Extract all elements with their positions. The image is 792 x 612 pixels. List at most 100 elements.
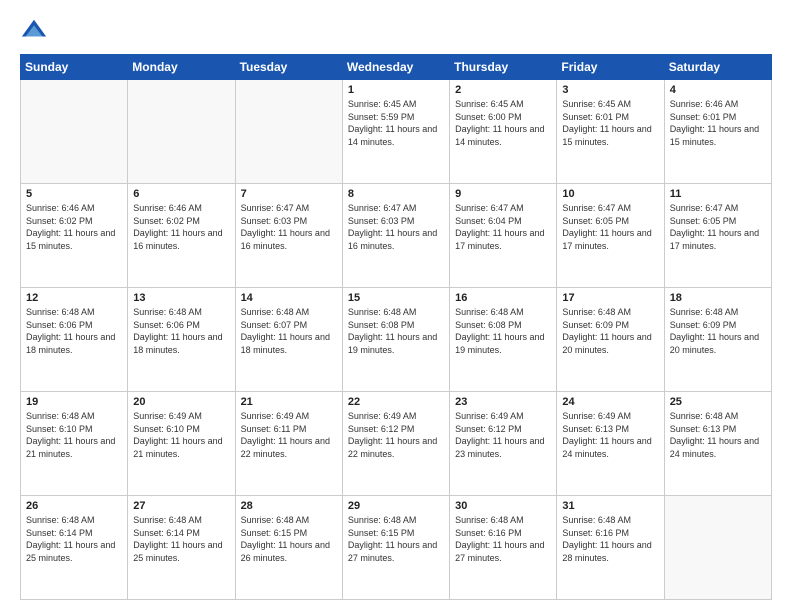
day-cell: 9 Sunrise: 6:47 AMSunset: 6:04 PMDaylight… xyxy=(450,184,557,288)
calendar-table: SundayMondayTuesdayWednesdayThursdayFrid… xyxy=(20,54,772,600)
weekday-row: SundayMondayTuesdayWednesdayThursdayFrid… xyxy=(21,55,772,80)
day-number: 7 xyxy=(241,188,337,200)
day-cell: 10 Sunrise: 6:47 AMSunset: 6:05 PMDayligh… xyxy=(557,184,664,288)
day-cell xyxy=(128,80,235,184)
day-number: 23 xyxy=(455,396,551,408)
day-cell: 4 Sunrise: 6:46 AMSunset: 6:01 PMDaylight… xyxy=(664,80,771,184)
day-cell: 15 Sunrise: 6:48 AMSunset: 6:08 PMDayligh… xyxy=(342,288,449,392)
day-cell: 26Sunrise: 6:48 AMSunset: 6:14 PMDayligh… xyxy=(21,496,128,600)
day-info: Sunrise: 6:48 AMSunset: 6:15 PMDaylight:… xyxy=(348,514,444,564)
weekday-header-saturday: Saturday xyxy=(664,55,771,80)
logo-icon xyxy=(20,16,48,44)
week-row-1: 1 Sunrise: 6:45 AMSunset: 5:59 PMDaylight… xyxy=(21,80,772,184)
day-cell: 5Sunrise: 6:46 AMSunset: 6:02 PMDaylight… xyxy=(21,184,128,288)
day-cell: 23Sunrise: 6:49 AMSunset: 6:12 PMDayligh… xyxy=(450,392,557,496)
day-info: Sunrise: 6:45 AMSunset: 6:01 PMDaylight:… xyxy=(562,98,658,148)
page: SundayMondayTuesdayWednesdayThursdayFrid… xyxy=(0,0,792,612)
day-info: Sunrise: 6:48 AMSunset: 6:10 PMDaylight:… xyxy=(26,410,122,460)
day-cell: 1 Sunrise: 6:45 AMSunset: 5:59 PMDaylight… xyxy=(342,80,449,184)
day-cell: 19 Sunrise: 6:48 AMSunset: 6:10 PMDayligh… xyxy=(21,392,128,496)
day-cell xyxy=(21,80,128,184)
day-number: 12 xyxy=(26,292,122,304)
day-info: Sunrise: 6:49 AMSunset: 6:12 PMDaylight:… xyxy=(348,410,444,460)
day-info: Sunrise: 6:48 AMSunset: 6:16 PMDaylight:… xyxy=(455,514,551,564)
day-info: Sunrise: 6:47 AMSunset: 6:05 PMDaylight:… xyxy=(670,202,766,252)
day-number: 29 xyxy=(348,500,444,512)
day-info: Sunrise: 6:49 AMSunset: 6:10 PMDaylight:… xyxy=(133,410,229,460)
day-number: 17 xyxy=(562,292,658,304)
day-number: 25 xyxy=(670,396,766,408)
day-cell: 12 Sunrise: 6:48 AMSunset: 6:06 PMDayligh… xyxy=(21,288,128,392)
day-info: Sunrise: 6:49 AMSunset: 6:11 PMDaylight:… xyxy=(241,410,337,460)
day-info: Sunrise: 6:47 AMSunset: 6:05 PMDaylight:… xyxy=(562,202,658,252)
day-number: 18 xyxy=(670,292,766,304)
day-cell xyxy=(664,496,771,600)
day-cell: 3 Sunrise: 6:45 AMSunset: 6:01 PMDaylight… xyxy=(557,80,664,184)
day-number: 2 xyxy=(455,84,551,96)
day-cell: 13 Sunrise: 6:48 AMSunset: 6:06 PMDayligh… xyxy=(128,288,235,392)
day-info: Sunrise: 6:46 AMSunset: 6:01 PMDaylight:… xyxy=(670,98,766,148)
weekday-header-sunday: Sunday xyxy=(21,55,128,80)
day-cell: 14Sunrise: 6:48 AMSunset: 6:07 PMDayligh… xyxy=(235,288,342,392)
weekday-header-wednesday: Wednesday xyxy=(342,55,449,80)
day-number: 8 xyxy=(348,188,444,200)
day-number: 19 xyxy=(26,396,122,408)
day-number: 22 xyxy=(348,396,444,408)
day-info: Sunrise: 6:49 AMSunset: 6:13 PMDaylight:… xyxy=(562,410,658,460)
day-info: Sunrise: 6:48 AMSunset: 6:08 PMDaylight:… xyxy=(348,306,444,356)
day-info: Sunrise: 6:45 AMSunset: 6:00 PMDaylight:… xyxy=(455,98,551,148)
day-cell: 2 Sunrise: 6:45 AMSunset: 6:00 PMDaylight… xyxy=(450,80,557,184)
day-info: Sunrise: 6:48 AMSunset: 6:06 PMDaylight:… xyxy=(26,306,122,356)
day-cell: 20 Sunrise: 6:49 AMSunset: 6:10 PMDayligh… xyxy=(128,392,235,496)
day-number: 20 xyxy=(133,396,229,408)
logo xyxy=(20,16,52,44)
calendar-header: SundayMondayTuesdayWednesdayThursdayFrid… xyxy=(21,55,772,80)
day-number: 28 xyxy=(241,500,337,512)
day-cell: 16Sunrise: 6:48 AMSunset: 6:08 PMDayligh… xyxy=(450,288,557,392)
day-cell: 8 Sunrise: 6:47 AMSunset: 6:03 PMDaylight… xyxy=(342,184,449,288)
day-cell: 27Sunrise: 6:48 AMSunset: 6:14 PMDayligh… xyxy=(128,496,235,600)
day-number: 1 xyxy=(348,84,444,96)
day-number: 27 xyxy=(133,500,229,512)
week-row-3: 12 Sunrise: 6:48 AMSunset: 6:06 PMDayligh… xyxy=(21,288,772,392)
day-number: 31 xyxy=(562,500,658,512)
day-number: 21 xyxy=(241,396,337,408)
day-cell xyxy=(235,80,342,184)
day-cell: 7 Sunrise: 6:47 AMSunset: 6:03 PMDaylight… xyxy=(235,184,342,288)
day-info: Sunrise: 6:47 AMSunset: 6:04 PMDaylight:… xyxy=(455,202,551,252)
day-number: 4 xyxy=(670,84,766,96)
day-number: 10 xyxy=(562,188,658,200)
day-cell: 21 Sunrise: 6:49 AMSunset: 6:11 PMDayligh… xyxy=(235,392,342,496)
day-number: 24 xyxy=(562,396,658,408)
day-cell: 29 Sunrise: 6:48 AMSunset: 6:15 PMDayligh… xyxy=(342,496,449,600)
day-number: 9 xyxy=(455,188,551,200)
day-cell: 22 Sunrise: 6:49 AMSunset: 6:12 PMDayligh… xyxy=(342,392,449,496)
day-number: 15 xyxy=(348,292,444,304)
day-number: 16 xyxy=(455,292,551,304)
day-cell: 31 Sunrise: 6:48 AMSunset: 6:16 PMDayligh… xyxy=(557,496,664,600)
day-info: Sunrise: 6:45 AMSunset: 5:59 PMDaylight:… xyxy=(348,98,444,148)
day-info: Sunrise: 6:48 AMSunset: 6:09 PMDaylight:… xyxy=(670,306,766,356)
day-info: Sunrise: 6:48 AMSunset: 6:16 PMDaylight:… xyxy=(562,514,658,564)
day-info: Sunrise: 6:48 AMSunset: 6:06 PMDaylight:… xyxy=(133,306,229,356)
day-cell: 24 Sunrise: 6:49 AMSunset: 6:13 PMDayligh… xyxy=(557,392,664,496)
day-cell: 25Sunrise: 6:48 AMSunset: 6:13 PMDayligh… xyxy=(664,392,771,496)
day-info: Sunrise: 6:46 AMSunset: 6:02 PMDaylight:… xyxy=(133,202,229,252)
weekday-header-thursday: Thursday xyxy=(450,55,557,80)
day-info: Sunrise: 6:47 AMSunset: 6:03 PMDaylight:… xyxy=(241,202,337,252)
day-cell: 18 Sunrise: 6:48 AMSunset: 6:09 PMDayligh… xyxy=(664,288,771,392)
day-cell: 30 Sunrise: 6:48 AMSunset: 6:16 PMDayligh… xyxy=(450,496,557,600)
day-number: 5 xyxy=(26,188,122,200)
day-number: 3 xyxy=(562,84,658,96)
calendar-body: 1 Sunrise: 6:45 AMSunset: 5:59 PMDaylight… xyxy=(21,80,772,600)
day-number: 6 xyxy=(133,188,229,200)
day-number: 13 xyxy=(133,292,229,304)
day-number: 11 xyxy=(670,188,766,200)
weekday-header-monday: Monday xyxy=(128,55,235,80)
day-number: 26 xyxy=(26,500,122,512)
day-number: 30 xyxy=(455,500,551,512)
week-row-5: 26Sunrise: 6:48 AMSunset: 6:14 PMDayligh… xyxy=(21,496,772,600)
day-info: Sunrise: 6:47 AMSunset: 6:03 PMDaylight:… xyxy=(348,202,444,252)
day-cell: 11 Sunrise: 6:47 AMSunset: 6:05 PMDayligh… xyxy=(664,184,771,288)
week-row-2: 5 Sunrise: 6:46 AMSunset: 6:02 PMDaylight… xyxy=(21,184,772,288)
